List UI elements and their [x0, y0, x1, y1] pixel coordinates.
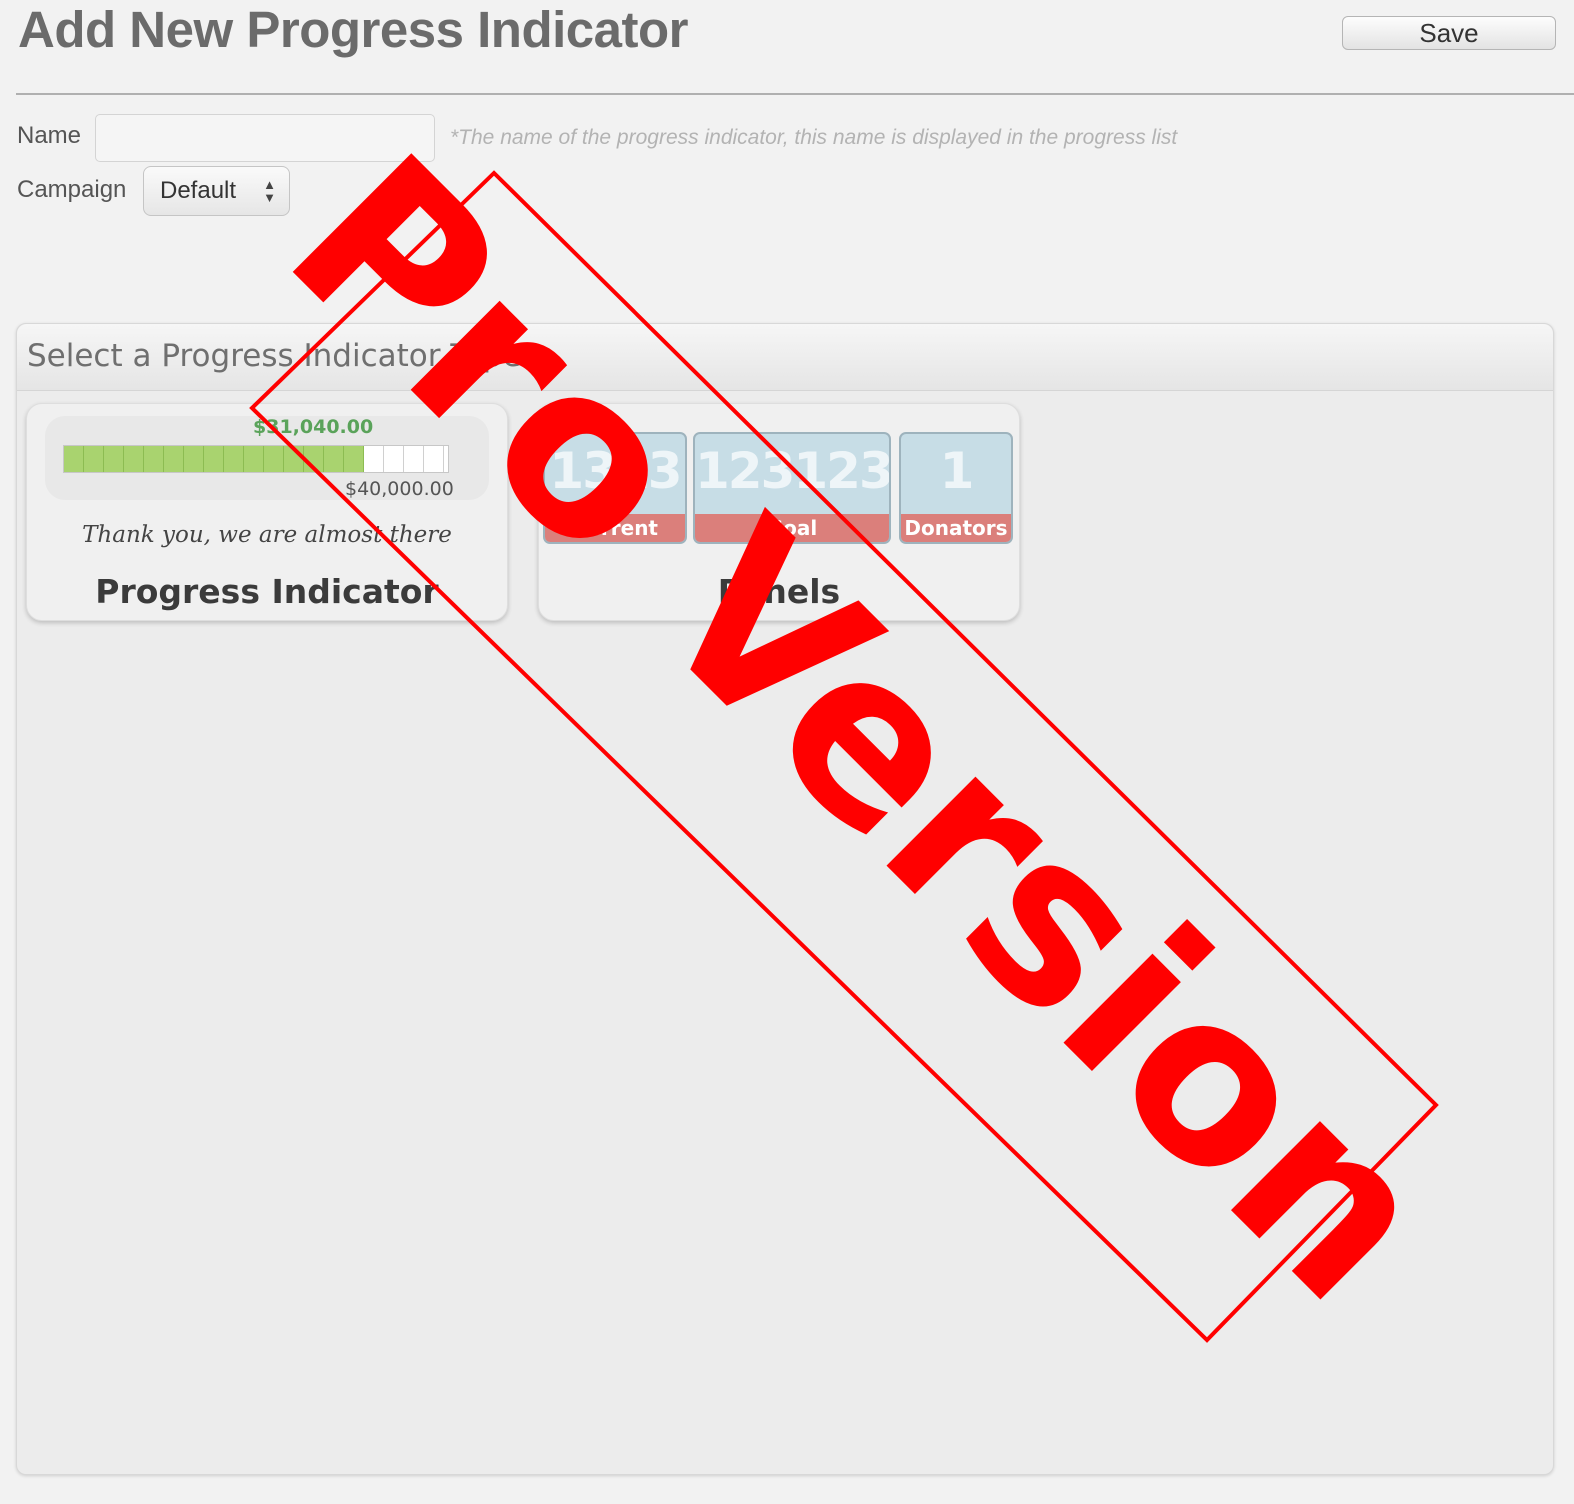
progress-message: Thank you, we are almost there — [82, 522, 452, 548]
name-hint: *The name of the progress indicator, thi… — [450, 126, 1178, 149]
progress-fill — [64, 446, 364, 472]
select-arrows-icon: ▲ ▼ — [263, 177, 276, 205]
panel-header: Select a Progress Indicator Type — [17, 324, 1553, 391]
name-label: Name — [17, 122, 82, 149]
tile-value: 1313 — [549, 442, 682, 500]
header-divider — [16, 93, 1574, 95]
campaign-select[interactable]: Default ▲ ▼ — [143, 166, 290, 216]
tile-label: Goal — [695, 514, 889, 542]
tile-label: Current — [545, 514, 685, 542]
type-card-progress-indicator[interactable]: $31,040.00 $40,000.00 Thank you, we are … — [26, 403, 508, 621]
panel-tile-donators: 1 Donators — [899, 432, 1013, 544]
panel-title: Select a Progress Indicator Type — [27, 338, 522, 374]
tile-label: Donators — [901, 514, 1011, 542]
type-card-panels[interactable]: 1313 Current 123123 Goal 1 Donators Pane… — [538, 403, 1020, 621]
panel-tile-goal: 123123 Goal — [693, 432, 891, 544]
progress-goal-amount: $40,000.00 — [345, 478, 454, 500]
type-card-title: Panels — [717, 572, 841, 611]
campaign-selected-value: Default — [160, 177, 237, 204]
campaign-label: Campaign — [17, 176, 127, 203]
tile-value: 1 — [939, 442, 975, 500]
save-button[interactable]: Save — [1342, 16, 1556, 50]
type-card-title: Progress Indicator — [95, 572, 439, 611]
progress-current-amount: $31,040.00 — [253, 416, 374, 438]
progress-track — [63, 445, 449, 473]
panel-tile-current: 1313 Current — [543, 432, 687, 544]
indicator-type-panel: Select a Progress Indicator Type $31,040… — [16, 323, 1554, 1475]
tile-value: 123123 — [695, 442, 891, 500]
name-input[interactable] — [95, 114, 435, 162]
progress-bar-preview: $31,040.00 $40,000.00 — [45, 416, 489, 500]
page-title: Add New Progress Indicator — [18, 1, 688, 58]
